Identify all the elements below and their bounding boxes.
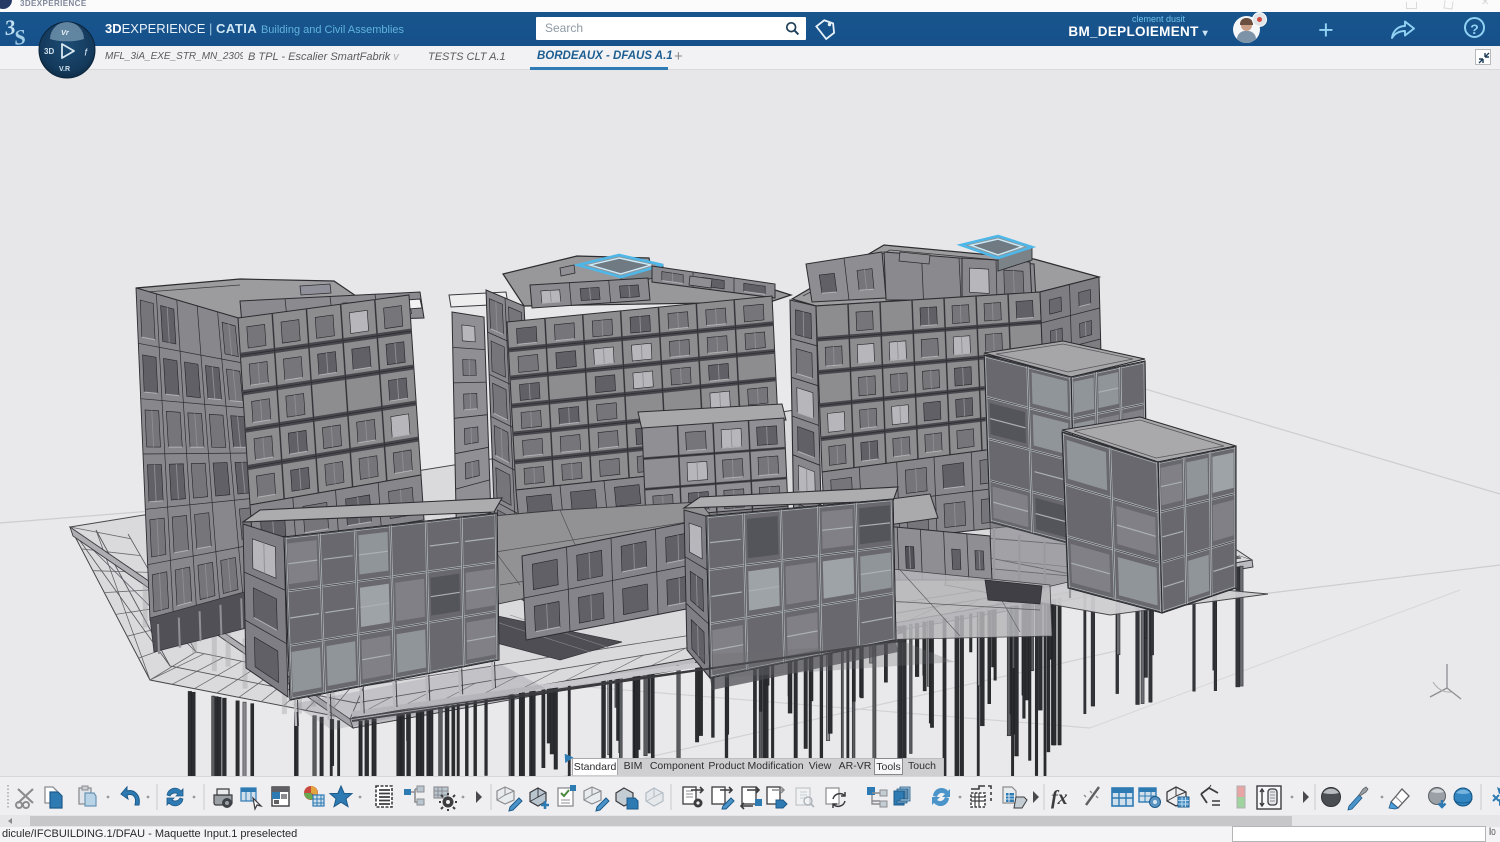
svg-text:fx: fx: [1051, 787, 1068, 809]
svg-text:Vr: Vr: [61, 28, 70, 37]
svg-text:V.R: V.R: [59, 66, 70, 73]
svg-text:ƒ: ƒ: [84, 49, 88, 56]
svg-text:3D: 3D: [44, 47, 54, 56]
svg-text:S: S: [13, 24, 28, 48]
